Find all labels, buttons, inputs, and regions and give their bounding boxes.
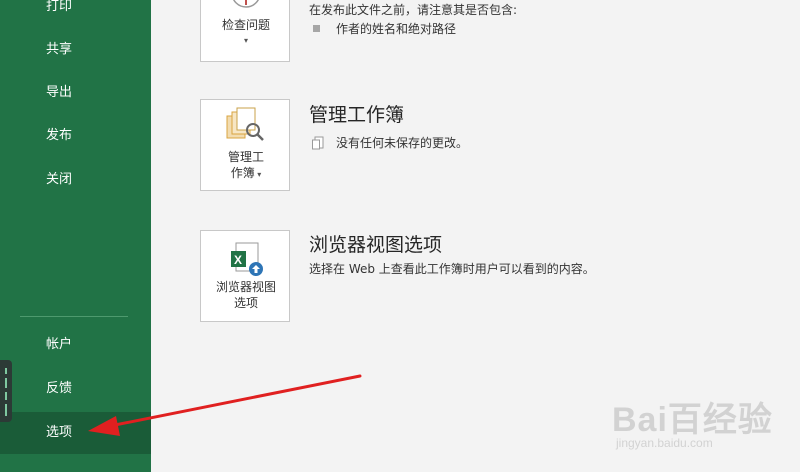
baidu-jingyan-watermark: Bai百经验 jingyan.baidu.com — [612, 392, 782, 462]
watermark-logo: Bai百经验 — [612, 401, 773, 439]
watermark-url: jingyan.baidu.com — [616, 436, 713, 450]
